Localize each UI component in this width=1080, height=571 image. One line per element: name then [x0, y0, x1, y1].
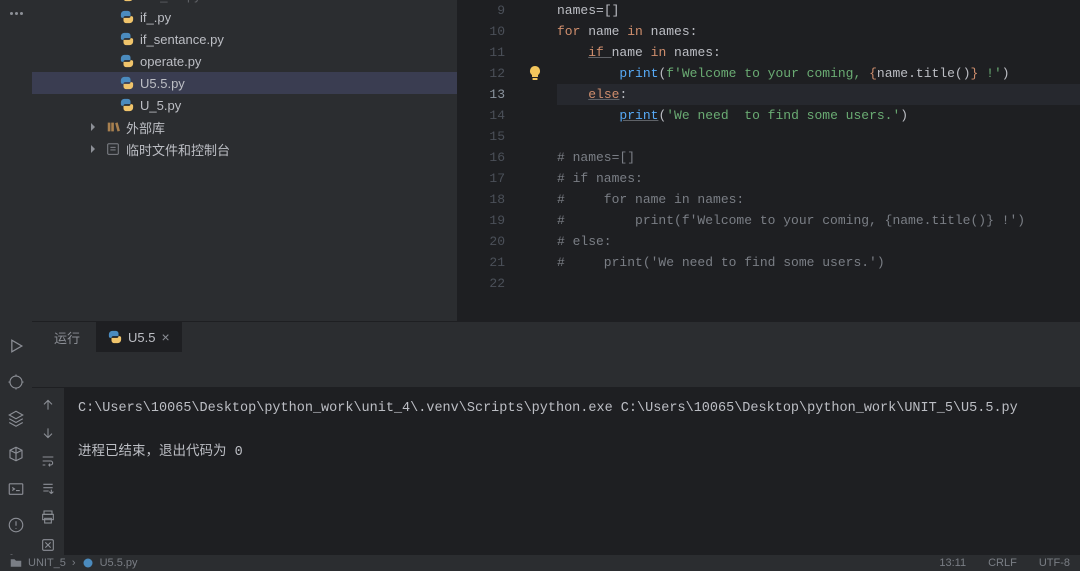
tree-item-label: 临时文件和控制台	[126, 140, 230, 159]
problems-icon[interactable]	[6, 515, 26, 535]
lightbulb-icon[interactable]	[527, 65, 543, 81]
scroll-end-icon[interactable]	[39, 480, 57, 498]
chevron-right-icon[interactable]	[86, 144, 100, 154]
clear-icon[interactable]	[39, 536, 57, 554]
up-arrow-icon[interactable]	[39, 396, 57, 414]
status-bar: UNIT_5 › U5.5.py 13:11 CRLF UTF-8	[0, 555, 1080, 571]
run-panel-label[interactable]: 运行	[42, 322, 92, 352]
code-editor[interactable]: 910111213141516171819202122 names=[]for …	[457, 0, 1080, 321]
code-area[interactable]: names=[]for name in names: if name in na…	[551, 0, 1080, 321]
run-side-toolbar	[32, 388, 64, 571]
cursor-position[interactable]: 13:11	[939, 557, 966, 569]
line-gutter: 910111213141516171819202122	[457, 0, 523, 321]
python-icon	[120, 0, 134, 2]
run-icon[interactable]	[6, 336, 26, 356]
project-tree[interactable]: dict_list.py if_.py if_sentance.py operate.…	[32, 0, 457, 321]
tree-item-label: U_5.py	[140, 98, 181, 113]
run-config-tab[interactable]: U5.5 ×	[96, 322, 182, 352]
tree-item[interactable]: if_sentance.py	[32, 28, 457, 50]
tree-item[interactable]: U_5.py	[32, 94, 457, 116]
python-icon	[120, 98, 134, 112]
python-icon	[120, 10, 134, 24]
more-icon[interactable]	[6, 4, 26, 24]
python-icon	[120, 54, 134, 68]
file-encoding[interactable]: UTF-8	[1039, 557, 1070, 569]
console-output[interactable]: C:\Users\10065\Desktop\python_work\unit_…	[64, 388, 1080, 571]
scratches-icon	[106, 142, 120, 156]
run-panel: 运行 U5.5 ×	[32, 321, 1080, 571]
tree-item[interactable]: U5.5.py	[32, 72, 457, 94]
tree-item-label: if_sentance.py	[140, 32, 224, 47]
tree-item[interactable]: operate.py	[32, 50, 457, 72]
debug-icon[interactable]	[6, 372, 26, 392]
layers-icon[interactable]	[6, 408, 26, 428]
library-icon	[106, 120, 120, 134]
soft-wrap-icon[interactable]	[39, 452, 57, 470]
chevron-right-icon[interactable]	[86, 122, 100, 132]
activity-bar	[0, 0, 32, 571]
tree-item-label: operate.py	[140, 54, 201, 69]
tree-item[interactable]: 外部库	[32, 116, 457, 138]
tree-item-label: dict_list.py	[140, 0, 201, 3]
tree-item[interactable]: 临时文件和控制台	[32, 138, 457, 160]
run-label: 运行	[54, 328, 80, 347]
tree-item-label: 外部库	[126, 118, 165, 137]
run-tab-label: U5.5	[128, 330, 155, 345]
down-arrow-icon[interactable]	[39, 424, 57, 442]
python-icon	[82, 557, 94, 569]
close-icon[interactable]: ×	[161, 329, 169, 345]
python-icon	[108, 330, 122, 344]
tree-item[interactable]: if_.py	[32, 6, 457, 28]
tree-item-label: U5.5.py	[140, 76, 185, 91]
breadcrumb-dir[interactable]: UNIT_5	[28, 557, 66, 569]
folder-icon	[10, 557, 22, 569]
chevron-right-icon: ›	[72, 557, 76, 569]
packages-icon[interactable]	[6, 444, 26, 464]
tree-item-label: if_.py	[140, 10, 171, 25]
python-icon	[120, 76, 134, 90]
python-icon	[120, 32, 134, 46]
line-separator[interactable]: CRLF	[988, 557, 1017, 569]
print-icon[interactable]	[39, 508, 57, 526]
terminal-icon[interactable]	[6, 479, 26, 499]
breadcrumb-file[interactable]: U5.5.py	[100, 557, 138, 569]
